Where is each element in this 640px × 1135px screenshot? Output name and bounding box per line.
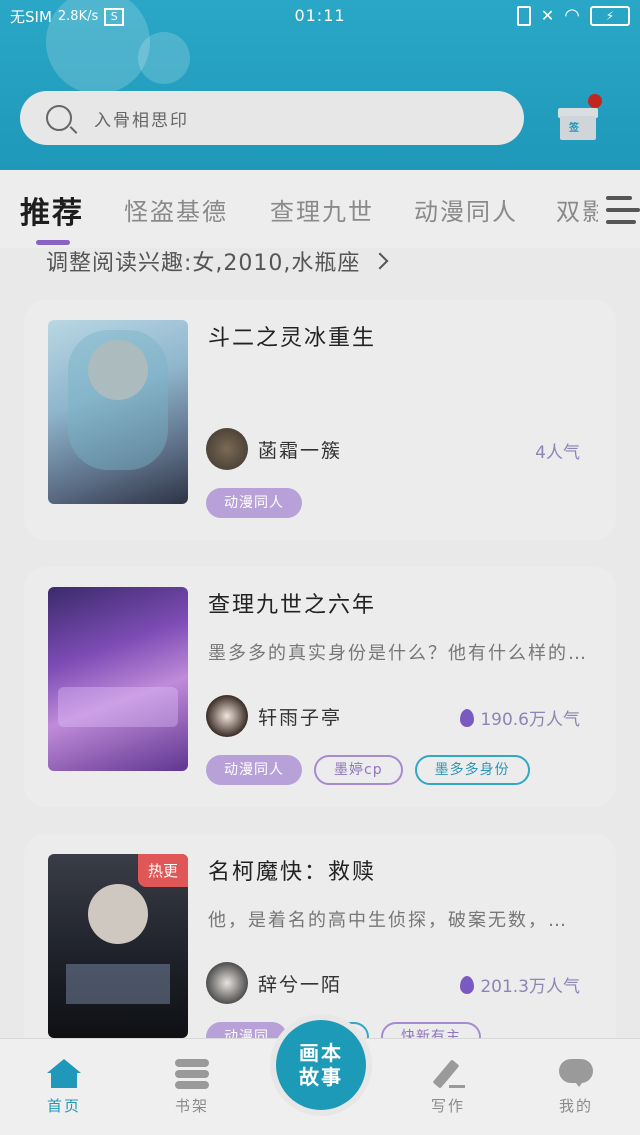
tag[interactable]: 动漫同人 <box>206 488 302 518</box>
flame-icon <box>460 708 475 727</box>
book-card[interactable]: 查理九世之六年 墨多多的真实身份是什么？他有什么样的… 轩雨子亭 190.6万人… <box>24 567 616 807</box>
popularity-text: 4人气 <box>535 443 580 463</box>
nav-home[interactable]: 首页 <box>24 1059 104 1116</box>
status-bar: 无SIM 2.8K/s S 01:11 ✕ ◠ ⚡ <box>0 0 640 32</box>
popularity: 201.3万人气 <box>460 972 580 997</box>
category-tabs: 推荐 怪盗基德 查理九世 动漫同人 双影 <box>0 170 640 248</box>
wifi-icon: ◠ <box>564 5 580 26</box>
book-title: 斗二之灵冰重生 <box>208 326 377 351</box>
interest-text: 调整阅读兴趣:女,2010,水瓶座 <box>46 251 361 276</box>
daily-signin-button[interactable]: 签 <box>558 94 602 140</box>
battery-saver-icon <box>516 5 531 26</box>
chat-bubble-icon <box>559 1059 593 1089</box>
book-cover: 热更 <box>48 854 188 1038</box>
author-avatar <box>206 695 248 737</box>
author-name: 菡霜一簇 <box>258 440 343 462</box>
notification-dot <box>588 94 602 108</box>
center-button-label: 画本故事 <box>299 1041 343 1089</box>
menu-icon <box>606 196 632 200</box>
book-cover <box>48 587 188 771</box>
book-title: 查理九世之六年 <box>208 593 377 618</box>
story-center-button[interactable]: 画本故事 <box>276 1020 366 1110</box>
nav-mine-label: 我的 <box>558 1097 593 1115</box>
tab-kaitou-kid[interactable]: 怪盗基德 <box>124 192 228 227</box>
search-placeholder: 入骨相思印 <box>94 110 189 131</box>
tag[interactable]: 墨婷cp <box>314 755 403 785</box>
nav-shelf-label: 书架 <box>174 1097 209 1115</box>
nav-home-label: 首页 <box>46 1097 81 1115</box>
header: 无SIM 2.8K/s S 01:11 ✕ ◠ ⚡ 入骨相思印 签 <box>0 0 640 170</box>
popularity: 4人气 <box>535 438 580 463</box>
author-name: 轩雨子亭 <box>258 707 343 729</box>
nav-write[interactable]: 写作 <box>408 1059 488 1116</box>
home-icon <box>47 1059 81 1089</box>
adjust-interest-link[interactable]: 调整阅读兴趣:女,2010,水瓶座 <box>46 245 389 277</box>
category-menu-button[interactable] <box>598 190 640 234</box>
mute-icon: ✕ <box>540 6 555 25</box>
book-title: 名柯魔快：救赎 <box>208 860 377 885</box>
popularity: 190.6万人气 <box>460 705 580 730</box>
tag-list: 动漫同人 墨婷cp 墨多多身份 <box>206 755 530 785</box>
author-name: 辞兮一陌 <box>258 974 343 996</box>
pen-icon <box>431 1059 465 1089</box>
author-avatar <box>206 962 248 1004</box>
bookshelf-icon <box>175 1059 209 1089</box>
nav-mine[interactable]: 我的 <box>536 1059 616 1116</box>
nav-write-label: 写作 <box>430 1097 465 1115</box>
popularity-text: 190.6万人气 <box>480 710 580 730</box>
tag[interactable]: 动漫同人 <box>206 755 302 785</box>
flame-icon <box>460 975 475 994</box>
tab-recommend[interactable]: 推荐 <box>20 188 84 232</box>
battery-icon: ⚡ <box>590 5 630 26</box>
tab-anime-fanfic[interactable]: 动漫同人 <box>414 192 518 227</box>
author-avatar <box>206 428 248 470</box>
popularity-text: 201.3万人气 <box>480 977 580 997</box>
search-bar[interactable]: 入骨相思印 <box>20 91 524 145</box>
book-cover <box>48 320 188 504</box>
decorative-bubble <box>138 32 190 84</box>
chevron-right-icon <box>371 252 389 270</box>
signin-label: 签 <box>569 123 579 134</box>
book-description: 墨多多的真实身份是什么？他有什么样的… <box>208 643 588 664</box>
tag[interactable]: 墨多多身份 <box>414 755 530 785</box>
hot-update-badge: 热更 <box>137 854 188 887</box>
book-card[interactable]: 斗二之灵冰重生 菡霜一簇 4人气 动漫同人 <box>24 300 616 540</box>
search-icon <box>46 105 72 131</box>
book-description: 他，是着名的高中生侦探，破案无数，… <box>208 910 568 931</box>
nav-shelf[interactable]: 书架 <box>152 1059 232 1116</box>
tab-charlie-ix[interactable]: 查理九世 <box>270 192 374 227</box>
tag-list: 动漫同人 <box>206 488 302 518</box>
